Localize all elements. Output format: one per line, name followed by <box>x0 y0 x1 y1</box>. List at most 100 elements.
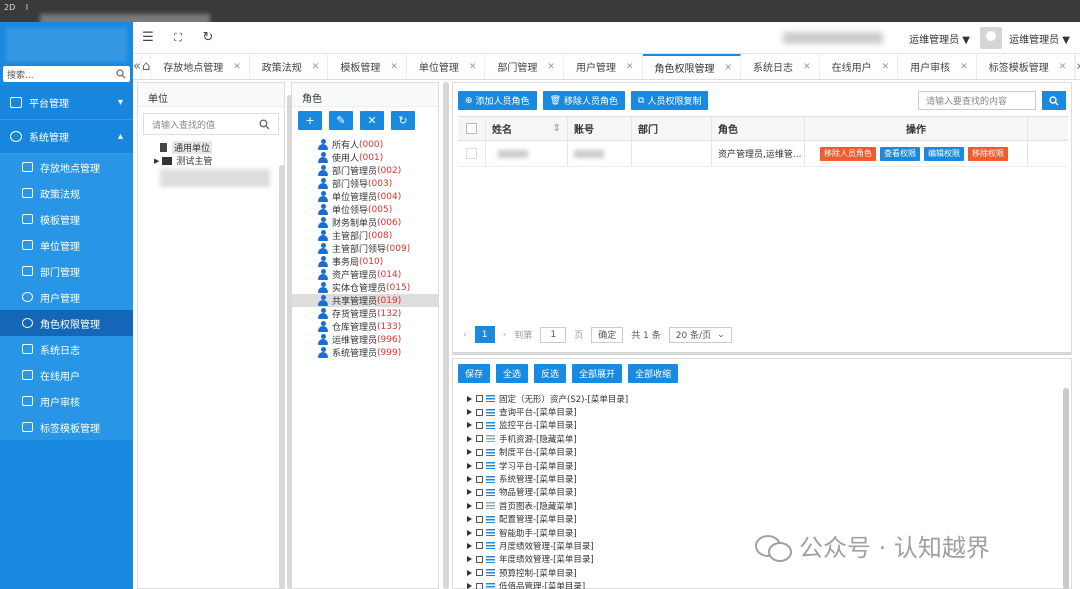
refresh-icon[interactable]: ↻ <box>193 30 223 45</box>
menu-checkbox[interactable] <box>476 502 483 510</box>
menu-node[interactable]: 系统管理-[菜单目录] <box>453 472 1071 485</box>
caret-right-icon[interactable] <box>467 489 472 496</box>
caret-right-icon[interactable] <box>467 476 472 483</box>
sidebar-item-role-permission[interactable]: 角色权限管理 <box>0 310 133 336</box>
unit-search-input[interactable]: 请输入查找的值 <box>152 118 259 131</box>
horizontal-splitter[interactable] <box>452 352 1072 355</box>
menu-node[interactable]: 预算控制-[菜单目录] <box>453 566 1071 579</box>
row-checkbox[interactable] <box>466 148 477 159</box>
tab-system-log[interactable]: 系统日志 ✕ <box>741 54 820 79</box>
sidebar-item-policy[interactable]: 政策法规 <box>0 180 133 206</box>
sidebar-search[interactable]: 搜索... <box>3 66 130 82</box>
splitter[interactable] <box>287 95 292 589</box>
prev-page-icon[interactable]: ‹ <box>463 330 467 340</box>
tree-node-general-unit[interactable]: 通用单位 <box>138 141 284 154</box>
close-icon[interactable]: ✕ <box>233 62 241 72</box>
sidebar-item-system-log[interactable]: 系统日志 <box>0 336 133 362</box>
role-item[interactable]: 运维管理员 (996) <box>292 333 438 346</box>
menu-node[interactable]: 手机资源-[隐藏菜单] <box>453 432 1071 445</box>
role-item[interactable]: 单位管理员 (004) <box>292 190 438 203</box>
edit-role-button[interactable]: ✎ <box>329 111 353 130</box>
sidebar-item-storage-location[interactable]: 存放地点管理 <box>0 154 133 180</box>
tab-user[interactable]: 用户管理 ✕ <box>564 54 643 79</box>
caret-right-icon[interactable] <box>467 449 472 456</box>
close-icon[interactable]: ✕ <box>882 62 890 72</box>
goto-confirm-button[interactable]: 确定 <box>591 326 624 343</box>
user-search-button[interactable] <box>1042 91 1066 110</box>
unit-search[interactable]: 请输入查找的值 <box>143 113 279 135</box>
menu-node[interactable]: 学习平台-[菜单目录] <box>453 459 1071 472</box>
role-item[interactable]: 所有人 (000) <box>292 138 438 151</box>
tab-online-users[interactable]: 在线用户 ✕ <box>820 54 899 79</box>
table-row[interactable]: 资产管理员,运维管... 移除人员角色 查看权限 编辑权限 移除权限 <box>458 141 1068 167</box>
menu-node[interactable]: 监控平台-[菜单目录] <box>453 419 1071 432</box>
role-item[interactable]: 财务制单员 (006) <box>292 216 438 229</box>
close-icon[interactable]: ✕ <box>547 62 555 72</box>
sidebar-item-template[interactable]: 模板管理 <box>0 206 133 232</box>
tab-scroll-left-icon[interactable]: « <box>133 54 142 79</box>
menu-checkbox[interactable] <box>476 475 483 483</box>
tab-user-audit[interactable]: 用户审核 ✕ <box>898 54 977 79</box>
close-icon[interactable]: ✕ <box>725 63 733 73</box>
menu-node[interactable]: 查询平台-[菜单目录] <box>453 405 1071 418</box>
close-icon[interactable]: ✕ <box>960 62 968 72</box>
expand-all-button[interactable]: 全部展开 <box>572 364 623 383</box>
splitter[interactable] <box>279 165 285 589</box>
menu-checkbox[interactable] <box>476 515 483 523</box>
caret-right-icon[interactable] <box>467 542 472 549</box>
caret-right-icon[interactable] <box>467 556 472 563</box>
caret-right-icon[interactable]: ▶ <box>154 157 159 165</box>
sidebar-item-user-audit[interactable]: 用户审核 <box>0 388 133 414</box>
select-all-button[interactable]: 全选 <box>496 364 529 383</box>
role-item[interactable]: 系统管理员 (999) <box>292 346 438 359</box>
menu-node[interactable]: 低值品管理-[菜单目录] <box>453 579 1071 589</box>
menu-checkbox[interactable] <box>476 462 483 470</box>
tab-policy[interactable]: 政策法规 ✕ <box>250 54 329 79</box>
role-item[interactable]: 实体仓管理员 (015) <box>292 281 438 294</box>
menu-node[interactable]: 首页图表-[隐藏菜单] <box>453 499 1071 512</box>
role-item[interactable]: 资产管理员 (014) <box>292 268 438 281</box>
refresh-role-button[interactable]: ↻ <box>391 111 415 130</box>
caret-right-icon[interactable] <box>467 422 472 429</box>
tab-scroll-right-icon[interactable]: » <box>1075 54 1080 79</box>
add-role-button[interactable]: + <box>298 111 322 130</box>
caret-right-icon[interactable] <box>467 569 472 576</box>
tab-department[interactable]: 部门管理 ✕ <box>485 54 564 79</box>
role-item[interactable]: 主管部门 (008) <box>292 229 438 242</box>
collapse-all-button[interactable]: 全部收缩 <box>628 364 679 383</box>
menu-checkbox[interactable] <box>476 569 483 577</box>
tab-role-permission[interactable]: 角色权限管理 ✕ <box>642 54 742 79</box>
caret-right-icon[interactable] <box>467 583 472 589</box>
menu-checkbox[interactable] <box>476 408 483 416</box>
edit-permission-action[interactable]: 编辑权限 <box>924 146 964 161</box>
role-item[interactable]: 主管部门领导 (009) <box>292 242 438 255</box>
role-item[interactable]: 部门领导 (003) <box>292 177 438 190</box>
menu-node[interactable]: 配置管理-[菜单目录] <box>453 513 1071 526</box>
menu-checkbox[interactable] <box>476 421 483 429</box>
close-icon[interactable]: ✕ <box>803 62 811 72</box>
remove-user-role-button[interactable]: 🗑 移除人员角色 <box>542 91 626 110</box>
menu-checkbox[interactable] <box>476 555 483 563</box>
scrollbar[interactable] <box>1063 388 1069 589</box>
close-icon[interactable]: ✕ <box>469 62 477 72</box>
sidebar-item-department[interactable]: 部门管理 <box>0 258 133 284</box>
remove-user-role-action[interactable]: 移除人员角色 <box>820 146 876 161</box>
menu-checkbox[interactable] <box>476 435 483 443</box>
role-dropdown[interactable]: 运维管理员 ▼ <box>909 31 970 46</box>
role-item[interactable]: 部门管理员 (002) <box>292 164 438 177</box>
sort-icon[interactable]: ⇕ <box>553 123 561 134</box>
role-item[interactable]: 事务局 (010) <box>292 255 438 268</box>
splitter[interactable] <box>443 82 449 589</box>
sidebar-item-label-template[interactable]: 标签模板管理 <box>0 414 133 440</box>
nav-group-platform[interactable]: 平台管理 ▾ <box>0 86 133 120</box>
tab-unit[interactable]: 单位管理 ✕ <box>407 54 486 79</box>
view-permission-action[interactable]: 查看权限 <box>880 146 920 161</box>
close-icon[interactable]: ✕ <box>626 62 634 72</box>
tab-label-template[interactable]: 标签模板管理 ✕ <box>977 54 1076 79</box>
menu-node[interactable]: 物品管理-[菜单目录] <box>453 486 1071 499</box>
menu-node[interactable]: 制度平台-[菜单目录] <box>453 446 1071 459</box>
sidebar-item-user[interactable]: 用户管理 <box>0 284 133 310</box>
menu-checkbox[interactable] <box>476 529 483 537</box>
search-icon[interactable] <box>259 118 270 130</box>
caret-right-icon[interactable] <box>467 502 472 509</box>
